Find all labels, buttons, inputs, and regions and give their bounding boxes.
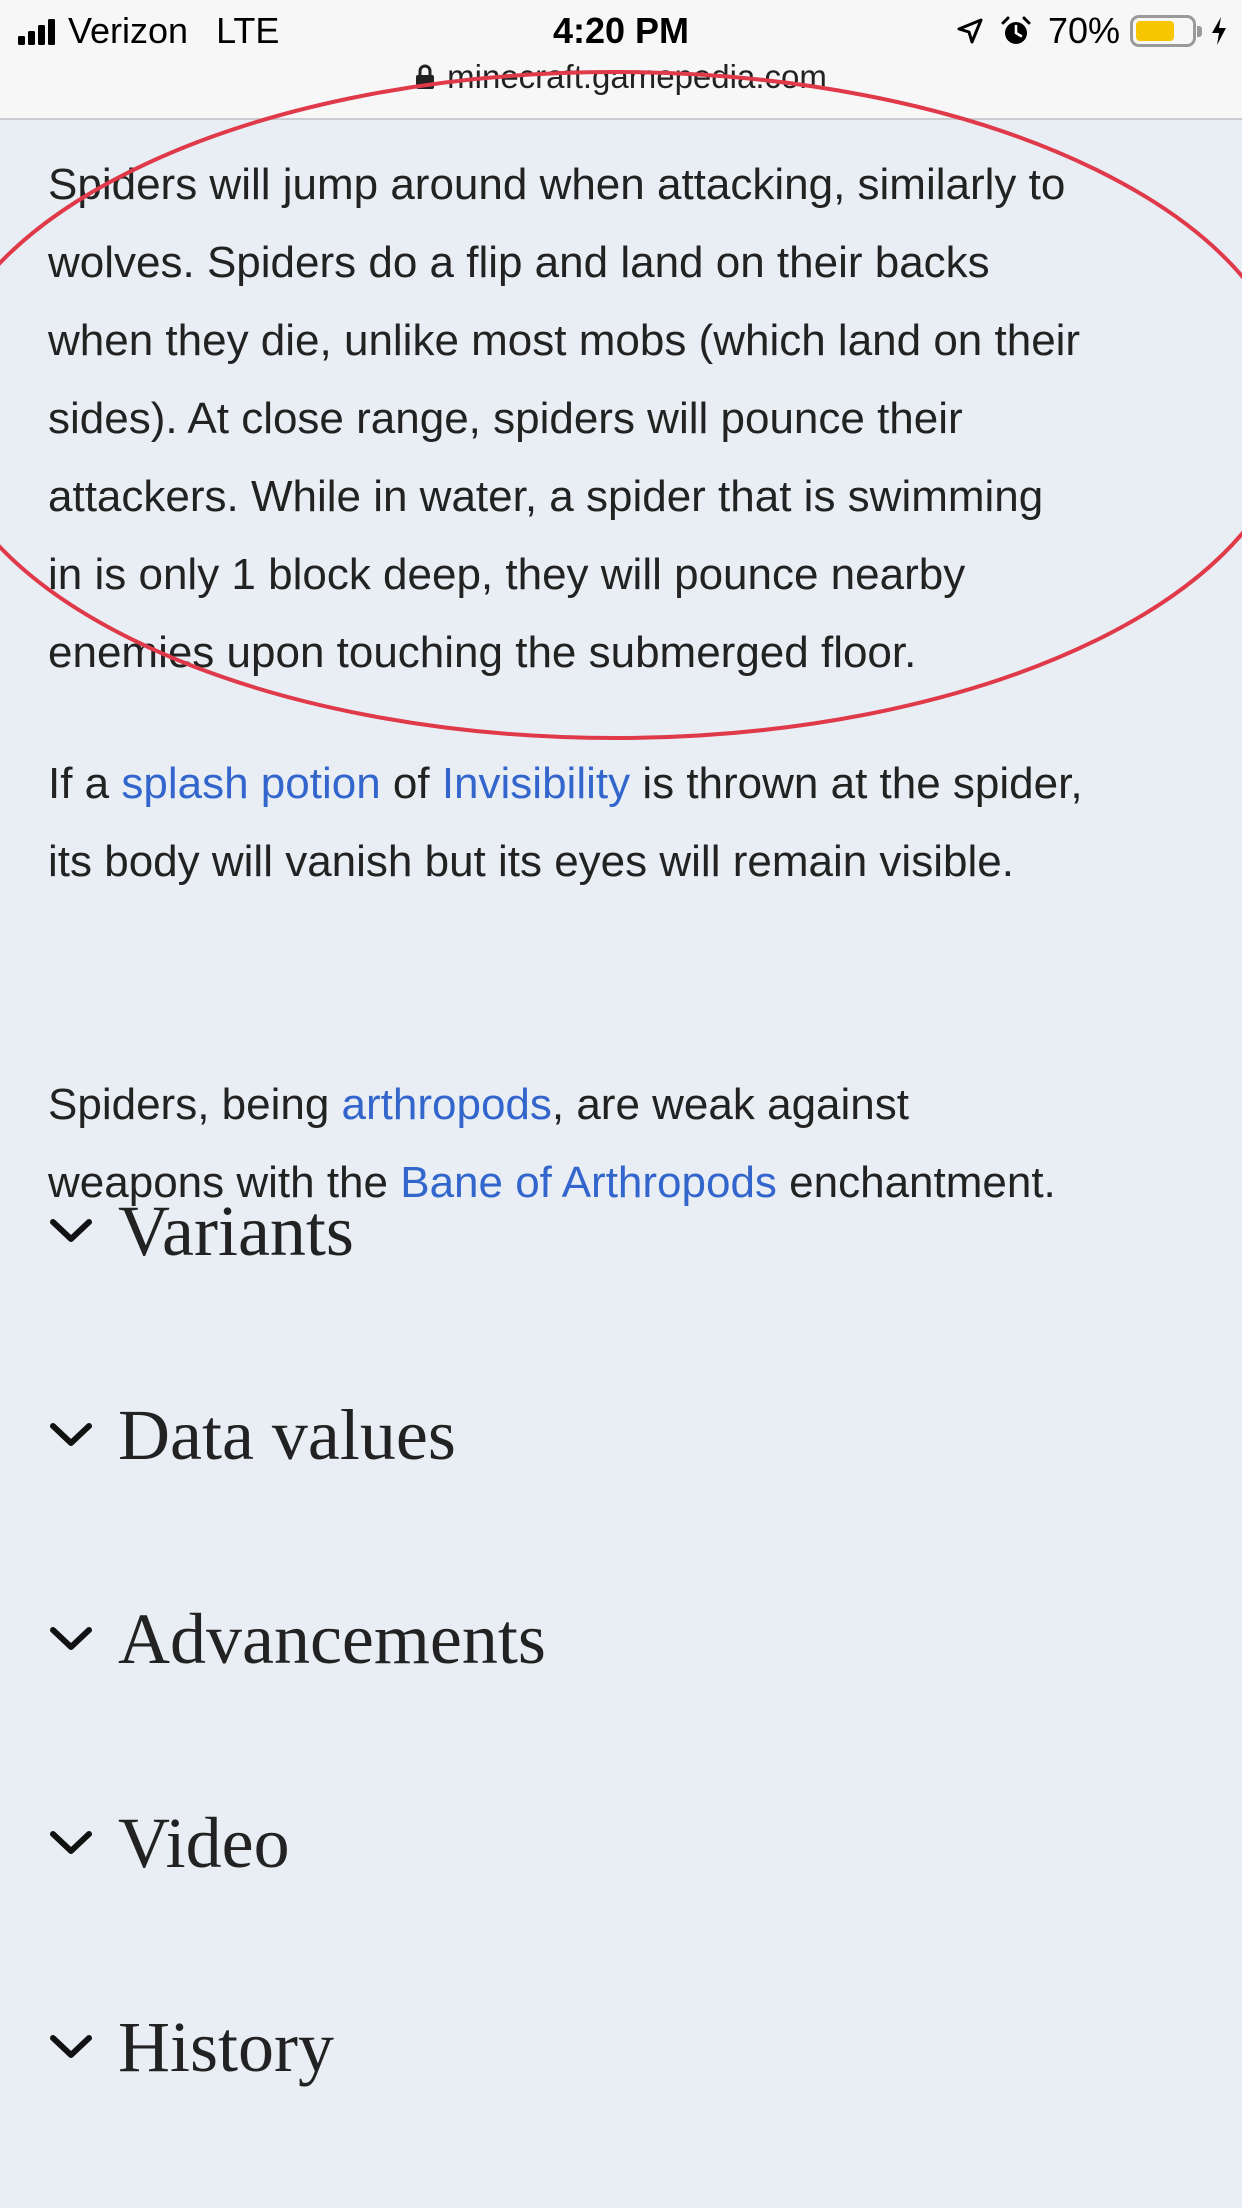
paragraph-line: sides). At close range, spiders will pou…	[48, 394, 963, 443]
link-invisibility[interactable]: Invisibility	[442, 759, 630, 808]
text-run: is thrown at the spider,	[630, 759, 1083, 808]
url-domain: minecraft.gamepedia.com	[447, 58, 827, 95]
text-run: enchantment.	[776, 1158, 1056, 1207]
link-arthropods[interactable]: arthropods	[342, 1080, 552, 1129]
section-data-values[interactable]: Data values	[48, 1390, 456, 1480]
chevron-down-icon	[48, 1412, 94, 1458]
status-right: 70%	[940, 8, 1228, 54]
url-bar[interactable]: minecraft.gamepedia.com	[0, 58, 1242, 120]
alarm-icon	[1000, 15, 1032, 47]
text-run: Spiders, being	[48, 1080, 342, 1129]
battery-fill	[1136, 21, 1174, 41]
chevron-down-icon	[48, 2024, 94, 2070]
paragraph-line: enemies upon touching the submerged floo…	[48, 628, 917, 677]
paragraph-line: attackers. While in water, a spider that…	[48, 472, 1044, 521]
section-video[interactable]: Video	[48, 1798, 290, 1888]
link-bane-of-arthropods[interactable]: Bane of Arthropods	[400, 1158, 777, 1207]
battery-icon	[1130, 15, 1202, 47]
chevron-down-icon	[48, 1208, 94, 1254]
paragraph-line: its body will vanish but its eyes will r…	[48, 837, 1014, 886]
paragraph-line: If a splash potion of Invisibility is th…	[48, 745, 1083, 823]
chevron-down-icon	[48, 1616, 94, 1662]
chevron-down-icon	[48, 1820, 94, 1866]
paragraph-line: in is only 1 block deep, they will pounc…	[48, 550, 966, 599]
lock-icon	[415, 64, 435, 90]
paragraph-line: when they die, unlike most mobs (which l…	[48, 316, 1081, 365]
section-advancements[interactable]: Advancements	[48, 1594, 546, 1684]
section-title: Video	[118, 1803, 290, 1883]
status-bar: Verizon LTE 4:20 PM 70%	[0, 0, 1242, 62]
section-title: Variants	[118, 1191, 354, 1271]
text-run: , are weak against	[551, 1080, 909, 1129]
paragraph-spider-behavior: Spiders will jump around when attacking,…	[48, 146, 1080, 692]
paragraph-line: Spiders will jump around when attacking,…	[48, 160, 1066, 209]
section-title: History	[118, 2007, 334, 2087]
location-icon	[956, 17, 984, 45]
section-history[interactable]: History	[48, 2002, 334, 2092]
paragraph-line: wolves. Spiders do a flip and land on th…	[48, 238, 990, 287]
paragraph-line: Spiders, being arthropods, are weak agai…	[48, 1066, 1056, 1144]
charging-icon	[1210, 16, 1228, 46]
text-run: If a	[48, 759, 122, 808]
url-display[interactable]: minecraft.gamepedia.com	[415, 58, 827, 96]
battery-percent: 70%	[1047, 10, 1120, 51]
section-variants[interactable]: Variants	[48, 1186, 354, 1276]
paragraph-invisibility: If a splash potion of Invisibility is th…	[48, 745, 1083, 901]
section-title: Advancements	[118, 1599, 546, 1679]
link-splash-potion[interactable]: splash potion	[121, 759, 380, 808]
section-title: Data values	[118, 1395, 456, 1475]
text-run: of	[380, 759, 442, 808]
